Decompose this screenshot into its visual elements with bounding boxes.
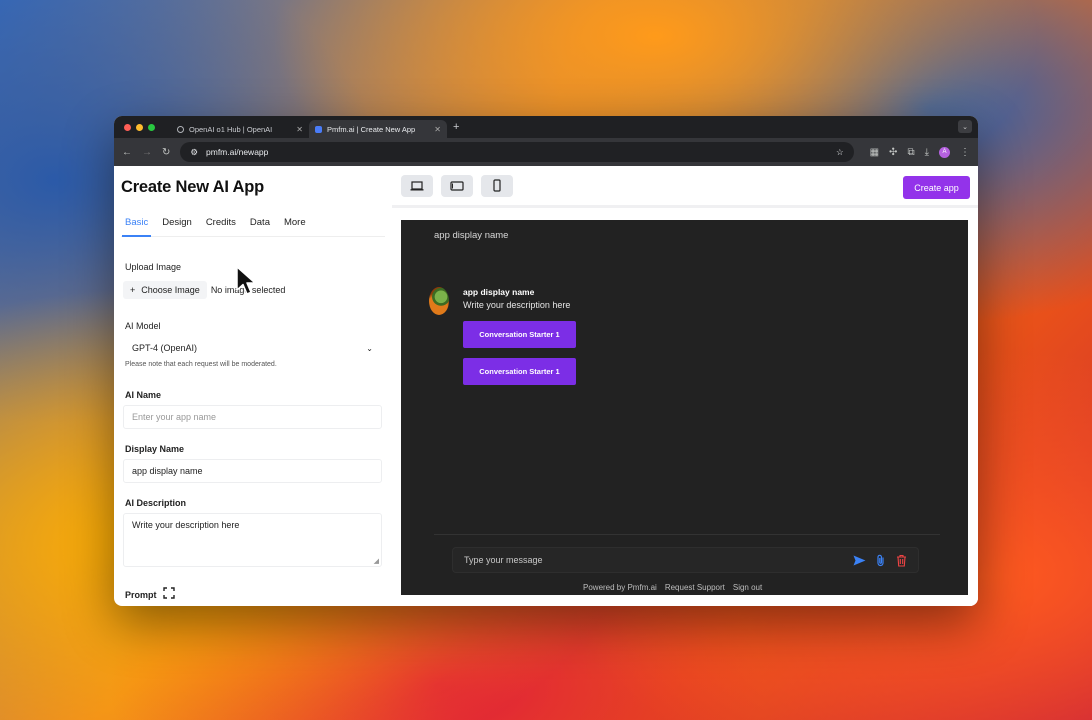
site-settings-icon[interactable]: ⚙ [190, 147, 198, 158]
powered-by-text: Powered by Pmfm.ai [583, 583, 657, 592]
browser-window: OpenAI o1 Hub | OpenAI ✕ Pmfm.ai | Creat… [114, 116, 978, 606]
preview-panel: Create app app display name app display … [392, 166, 978, 606]
bot-name: app display name [463, 287, 535, 297]
laptop-icon [410, 180, 424, 190]
mobile-view-button[interactable] [481, 174, 513, 197]
conversation-starter-button[interactable]: Conversation Starter 1 [463, 358, 576, 385]
bookmark-star-icon[interactable]: ☆ [836, 147, 844, 158]
conversation-starter-button[interactable]: Conversation Starter 1 [463, 321, 576, 348]
tab-data[interactable]: Data [250, 217, 270, 228]
download-icon[interactable]: ⤓ [925, 147, 929, 158]
kebab-menu-icon[interactable]: ⋮ [960, 147, 970, 158]
ai-name-label: AI Name [125, 390, 162, 400]
tab-title: Pmfm.ai | Create New App [327, 124, 416, 134]
choose-image-label: Choose Image [141, 285, 200, 295]
device-toggle-bar [392, 166, 978, 208]
ai-name-input[interactable]: Enter your app name [123, 405, 382, 429]
ai-model-value: GPT-4 (OpenAI) [132, 343, 198, 353]
tab-groups-icon[interactable]: ⧉ [907, 147, 914, 158]
reload-icon[interactable]: ↻ [162, 147, 170, 158]
ai-name-section: AI Name Enter your app name [123, 390, 382, 429]
send-icon[interactable] [853, 555, 866, 566]
sign-out-link[interactable]: Sign out [733, 583, 762, 592]
page-title: Create New AI App [121, 178, 264, 196]
maximize-window-button[interactable] [148, 123, 155, 131]
message-placeholder: Type your message [464, 555, 543, 565]
mouse-cursor-icon [236, 266, 256, 295]
divider [434, 534, 940, 535]
trash-icon[interactable] [896, 554, 907, 567]
ai-model-section: AI Model GPT-4 (OpenAI) ⌄ Please note th… [123, 321, 382, 368]
tab-more[interactable]: More [284, 217, 306, 228]
window-controls [124, 123, 155, 131]
tab-strip: OpenAI o1 Hub | OpenAI ✕ Pmfm.ai | Creat… [114, 116, 978, 138]
ai-model-select[interactable]: GPT-4 (OpenAI) ⌄ [123, 337, 382, 359]
tablet-icon [450, 180, 464, 191]
resize-handle-icon[interactable]: ◢ [374, 557, 379, 565]
paperclip-icon[interactable] [876, 554, 886, 567]
moderation-note: Please note that each request will be mo… [125, 361, 277, 368]
preview-app-title: app display name [434, 230, 509, 241]
tab-search-chevron-icon[interactable]: ⌄ [958, 120, 972, 133]
tab-design[interactable]: Design [162, 217, 192, 228]
display-name-label: Display Name [125, 444, 185, 454]
bot-avatar [429, 287, 449, 315]
back-arrow-icon[interactable]: ← [122, 147, 132, 158]
create-app-button[interactable]: Create app [903, 176, 970, 199]
ai-description-section: AI Description Write your description he… [123, 498, 382, 567]
ai-description-label: AI Description [125, 498, 187, 508]
address-bar[interactable]: ⚙ pmfm.ai/newapp ☆ [180, 142, 854, 162]
prompt-section: Prompt [123, 586, 382, 604]
bot-description: Write your description here [463, 300, 571, 310]
app-content: Create New AI App Basic Design Credits D… [114, 166, 978, 606]
desktop-view-button[interactable] [401, 174, 433, 197]
request-support-link[interactable]: Request Support [665, 583, 725, 592]
browser-tab-pmfm[interactable]: Pmfm.ai | Create New App ✕ [309, 120, 447, 138]
display-name-input[interactable]: app display name [123, 459, 382, 483]
forward-arrow-icon[interactable]: → [142, 147, 152, 158]
ai-model-label: AI Model [125, 321, 161, 331]
settings-panel: Create New AI App Basic Design Credits D… [114, 166, 392, 606]
settings-tabs: Basic Design Credits Data More [121, 217, 385, 237]
plus-icon: + [130, 285, 136, 295]
close-window-button[interactable] [124, 123, 131, 131]
extension-icon[interactable]: ▦ [870, 147, 879, 158]
ai-description-value: Write your description here [132, 520, 240, 530]
close-tab-icon[interactable]: ✕ [296, 125, 303, 134]
preview-footer: Powered by Pmfm.ai Request Support Sign … [583, 583, 762, 592]
new-tab-button[interactable]: + [453, 121, 459, 133]
display-name-section: Display Name app display name [123, 444, 382, 483]
url-text: pmfm.ai/newapp [206, 147, 269, 157]
minimize-window-button[interactable] [136, 123, 143, 131]
browser-toolbar: ← → ↻ ⚙ pmfm.ai/newapp ☆ ▦ ✣ ⧉ ⤓ A ⋮ [114, 138, 978, 166]
browser-tab-openai[interactable]: OpenAI o1 Hub | OpenAI ✕ [171, 120, 309, 138]
tab-basic[interactable]: Basic [121, 217, 152, 237]
tab-credits[interactable]: Credits [206, 217, 236, 228]
ai-description-textarea[interactable]: Write your description here ◢ [123, 513, 382, 567]
openai-favicon-icon [177, 125, 184, 133]
tablet-view-button[interactable] [441, 174, 473, 197]
tab-title: OpenAI o1 Hub | OpenAI [189, 124, 273, 134]
prompt-label: Prompt [125, 590, 157, 600]
fullscreen-expand-icon[interactable] [162, 586, 175, 604]
puzzle-extensions-icon[interactable]: ✣ [889, 147, 897, 158]
message-input[interactable]: Type your message [452, 547, 919, 573]
chevron-down-icon: ⌄ [366, 343, 373, 353]
close-tab-icon[interactable]: ✕ [434, 125, 441, 134]
chat-preview: app display name app display name Write … [401, 220, 968, 595]
phone-icon [493, 179, 501, 192]
choose-image-button[interactable]: + Choose Image [123, 281, 207, 299]
profile-avatar[interactable]: A [939, 146, 950, 158]
pmfm-favicon-icon [315, 125, 322, 133]
